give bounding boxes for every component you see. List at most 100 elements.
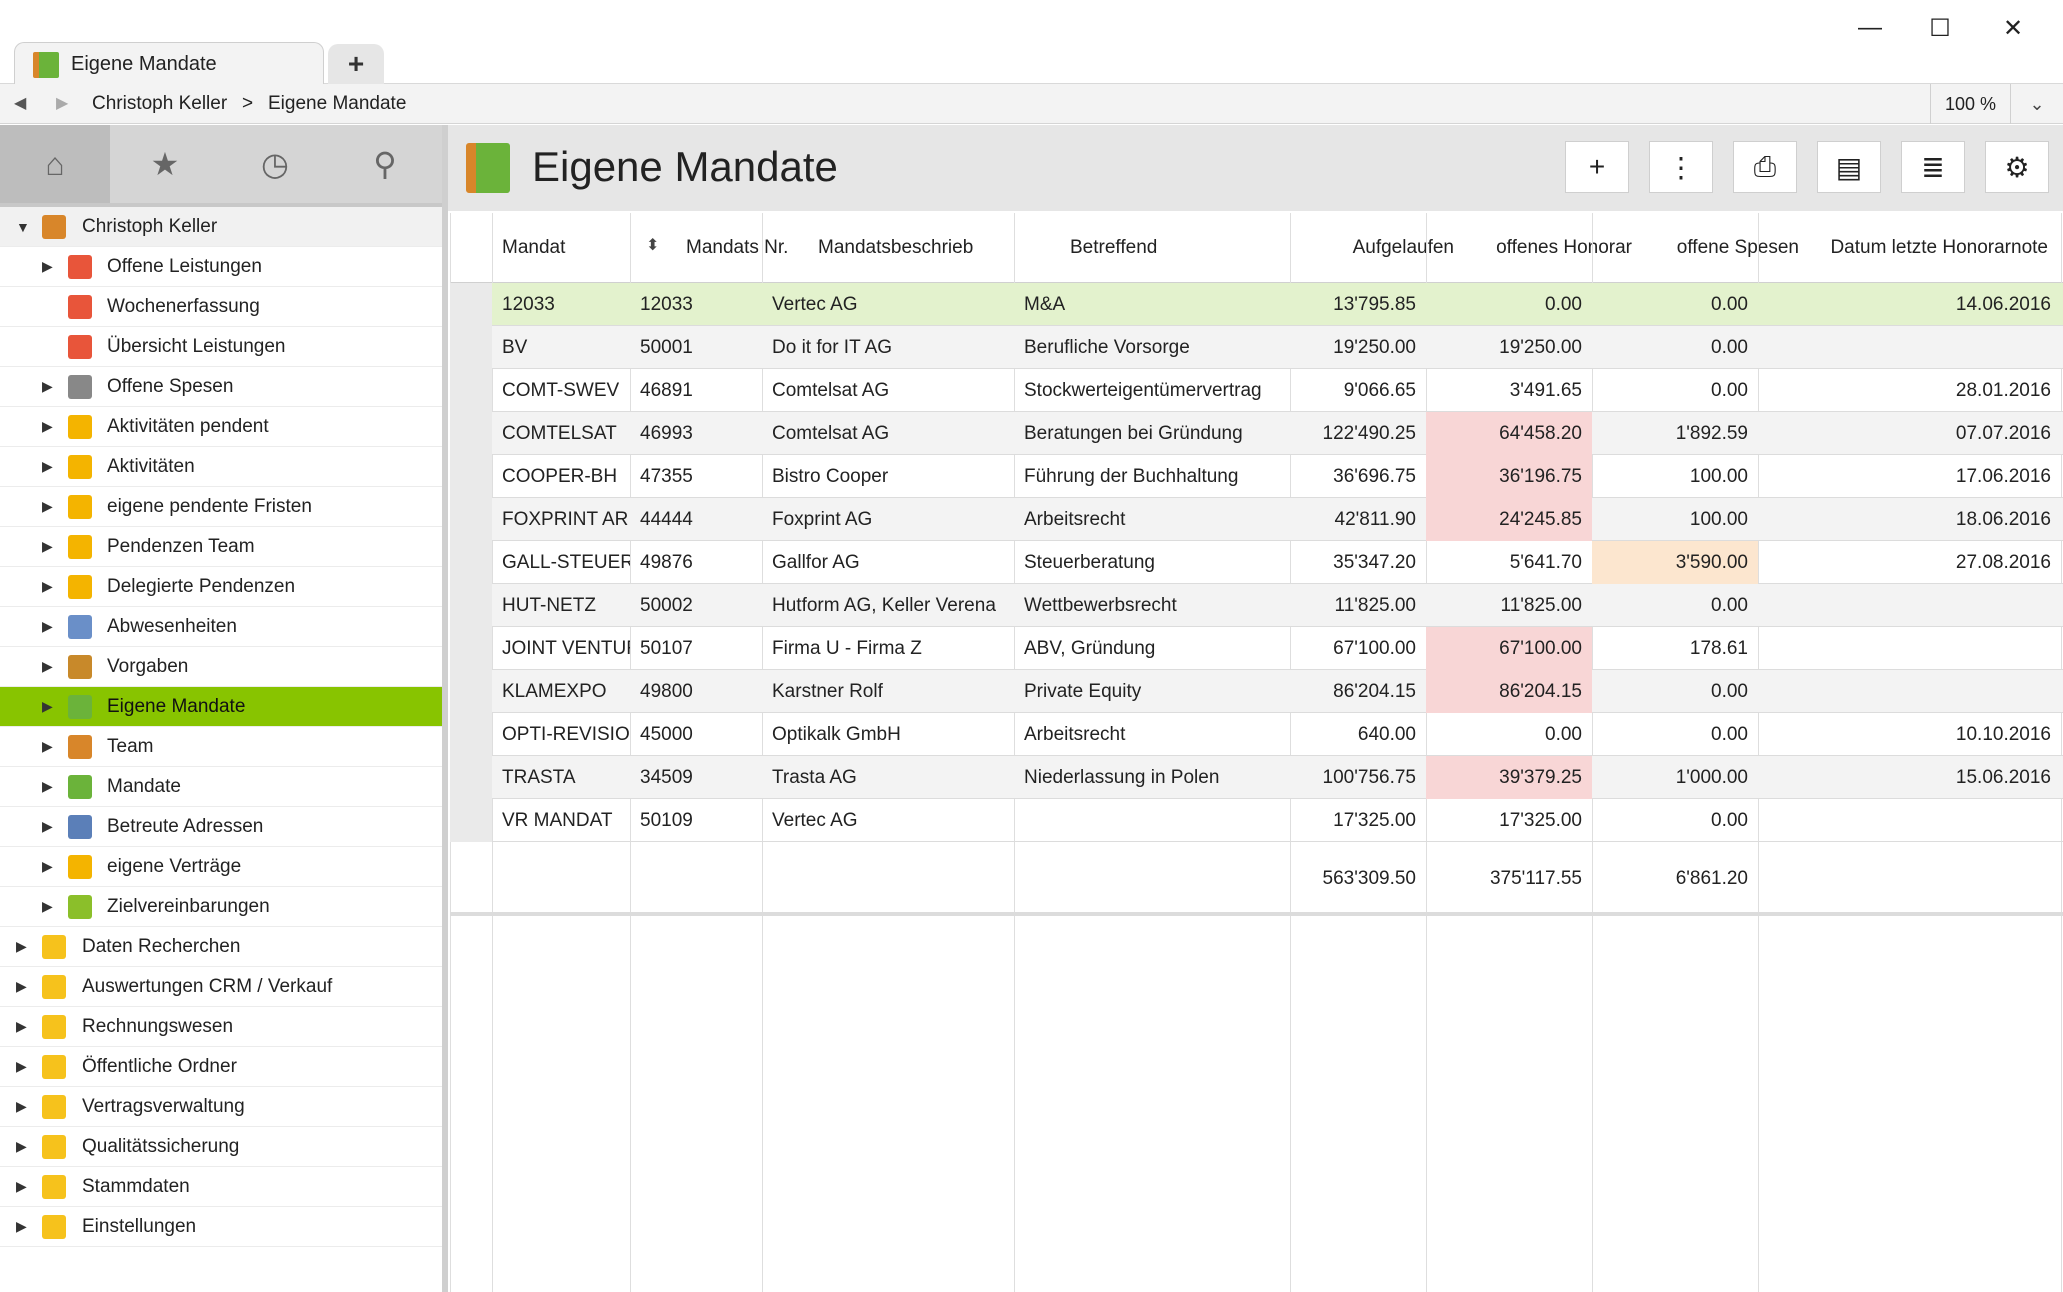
row-selector[interactable] xyxy=(450,799,492,842)
tree-item-aktivitäten[interactable]: ▶ Aktivitäten xyxy=(0,447,442,487)
tree-item-offene-leistungen[interactable]: ▶ Offene Leistungen xyxy=(0,247,442,287)
tree-folder-daten-recherchen[interactable]: ▶ Daten Recherchen xyxy=(0,927,442,967)
zoom-level[interactable]: 100 % xyxy=(1930,84,2010,124)
caret-right-icon[interactable]: ▶ xyxy=(16,1058,27,1075)
column-header-mandat[interactable]: Mandat xyxy=(502,237,565,259)
caret-right-icon[interactable]: ▶ xyxy=(16,1018,27,1035)
tree-item-mandate[interactable]: ▶ Mandate xyxy=(0,767,442,807)
tree-item-vorgaben[interactable]: ▶ Vorgaben xyxy=(0,647,442,687)
caret-right-icon[interactable]: ▶ xyxy=(16,1138,27,1155)
caret-down-icon[interactable]: ▼ xyxy=(16,219,30,235)
column-header-mandatsbeschrieb[interactable]: Mandatsbeschrieb xyxy=(818,237,973,259)
tree-item-offene-spesen[interactable]: ▶ Offene Spesen xyxy=(0,367,442,407)
table-row[interactable]: COMT-SWEV 46891 Comtelsat AG Stockwerteigen… xyxy=(450,369,2063,412)
table-row[interactable]: OPTI-REVISION 45000 Optikalk GmbH Arbeitsre… xyxy=(450,713,2063,756)
settings-button[interactable]: ⚙ xyxy=(1985,141,2049,193)
tree-item-eigene-mandate[interactable]: ▶ Eigene Mandate xyxy=(0,687,442,727)
tree-folder-öffentliche-ordner[interactable]: ▶ Öffentliche Ordner xyxy=(0,1047,442,1087)
table-row[interactable]: 12033 12033 Vertec AG M&A 13'795.85 0.00 0.00 1… xyxy=(450,283,2063,326)
column-header-betreffend[interactable]: Betreffend xyxy=(1070,237,1157,259)
table-row[interactable]: KLAMEXPO 49800 Karstner Rolf Private Equity… xyxy=(450,670,2063,713)
caret-right-icon[interactable]: ▶ xyxy=(16,1098,27,1115)
caret-right-icon[interactable]: ▶ xyxy=(16,1218,27,1235)
tree-item-zielvereinbarungen[interactable]: ▶ Zielvereinbarungen xyxy=(0,887,442,927)
tab-eigene-mandate[interactable]: Eigene Mandate xyxy=(14,42,324,86)
breadcrumb-user[interactable]: Christoph Keller xyxy=(92,93,227,115)
caret-right-icon[interactable]: ▶ xyxy=(16,978,27,995)
caret-right-icon[interactable]: ▶ xyxy=(42,498,53,515)
tree-item-übersicht-leistungen[interactable]: Übersicht Leistungen xyxy=(0,327,442,367)
caret-right-icon[interactable]: ▶ xyxy=(42,698,53,715)
breadcrumb-page[interactable]: Eigene Mandate xyxy=(268,93,406,115)
column-header-mandats-nr[interactable]: Mandats Nr. xyxy=(686,237,788,259)
table-row[interactable]: COMTELSAT 46993 Comtelsat AG Beratungen bei… xyxy=(450,412,2063,455)
tree-item-betreute-adressen[interactable]: ▶ Betreute Adressen xyxy=(0,807,442,847)
tree-item-aktivitäten-pendent[interactable]: ▶ Aktivitäten pendent xyxy=(0,407,442,447)
row-selector[interactable] xyxy=(450,584,492,627)
tree-folder-auswertungen-crm-verkauf[interactable]: ▶ Auswertungen CRM / Verkauf xyxy=(0,967,442,1007)
tree-folder-qualitätssicherung[interactable]: ▶ Qualitätssicherung xyxy=(0,1127,442,1167)
table-row[interactable]: HUT-NETZ 50002 Hutform AG, Keller Verena We… xyxy=(450,584,2063,627)
tree-item-eigene-pendente-fristen[interactable]: ▶ eigene pendente Fristen xyxy=(0,487,442,527)
export-button[interactable]: ▤ xyxy=(1817,141,1881,193)
column-header-aufgelaufen[interactable]: Aufgelaufen xyxy=(1350,237,1454,259)
caret-right-icon[interactable]: ▶ xyxy=(42,858,53,875)
forward-button[interactable]: ▶ xyxy=(56,93,68,113)
table-row[interactable]: TRASTA 34509 Trasta AG Niederlassung in Pol… xyxy=(450,756,2063,799)
tree-item-wochenerfassung[interactable]: Wochenerfassung xyxy=(0,287,442,327)
tree-item-team[interactable]: ▶ Team xyxy=(0,727,442,767)
sidebar-tab-history[interactable]: ◷ xyxy=(220,125,330,203)
caret-right-icon[interactable]: ▶ xyxy=(42,418,53,435)
row-selector[interactable] xyxy=(450,670,492,713)
sort-icon[interactable]: ⬍ xyxy=(646,235,659,255)
tree-item-eigene-verträge[interactable]: ▶ eigene Verträge xyxy=(0,847,442,887)
caret-right-icon[interactable]: ▶ xyxy=(42,538,53,555)
caret-right-icon[interactable]: ▶ xyxy=(42,658,53,675)
row-selector[interactable] xyxy=(450,412,492,455)
caret-right-icon[interactable]: ▶ xyxy=(42,458,53,475)
row-selector[interactable] xyxy=(450,713,492,756)
caret-right-icon[interactable]: ▶ xyxy=(42,378,53,395)
caret-right-icon[interactable]: ▶ xyxy=(42,778,53,795)
row-selector[interactable] xyxy=(450,498,492,541)
list-settings-button[interactable]: ≣ xyxy=(1901,141,1965,193)
caret-right-icon[interactable]: ▶ xyxy=(42,818,53,835)
sidebar-tab-search[interactable]: ⚲ xyxy=(330,125,440,203)
more-button[interactable]: ⋮ xyxy=(1649,141,1713,193)
close-button[interactable]: ✕ xyxy=(1985,8,2041,48)
caret-right-icon[interactable]: ▶ xyxy=(42,258,53,275)
sidebar-tab-favorites[interactable]: ★ xyxy=(110,125,220,203)
row-selector[interactable] xyxy=(450,627,492,670)
caret-right-icon[interactable]: ▶ xyxy=(16,938,27,955)
tree-folder-einstellungen[interactable]: ▶ Einstellungen xyxy=(0,1207,442,1247)
caret-right-icon[interactable]: ▶ xyxy=(42,898,53,915)
caret-right-icon[interactable]: ▶ xyxy=(16,1178,27,1195)
row-selector[interactable] xyxy=(450,455,492,498)
table-row[interactable]: VR MANDAT 50109 Vertec AG 17'325.00 17'325.0… xyxy=(450,799,2063,842)
maximize-button[interactable]: ☐ xyxy=(1912,8,1968,48)
tree-folder-stammdaten[interactable]: ▶ Stammdaten xyxy=(0,1167,442,1207)
new-tab-button[interactable]: + xyxy=(328,44,384,84)
table-row[interactable]: FOXPRINT AR 44444 Foxprint AG Arbeitsrecht 4… xyxy=(450,498,2063,541)
tree-item-christoph-keller[interactable]: ▼ Christoph Keller xyxy=(0,207,442,247)
row-selector[interactable] xyxy=(450,756,492,799)
back-button[interactable]: ◀ xyxy=(14,93,26,113)
caret-right-icon[interactable]: ▶ xyxy=(42,618,53,635)
add-button[interactable]: + xyxy=(1565,141,1629,193)
print-button[interactable]: ⎙ xyxy=(1733,141,1797,193)
caret-right-icon[interactable]: ▶ xyxy=(42,738,53,755)
tree-item-delegierte-pendenzen[interactable]: ▶ Delegierte Pendenzen xyxy=(0,567,442,607)
tree-item-pendenzen-team[interactable]: ▶ Pendenzen Team xyxy=(0,527,442,567)
row-selector[interactable] xyxy=(450,369,492,412)
row-selector[interactable] xyxy=(450,283,492,326)
sidebar-tab-home[interactable]: ⌂ xyxy=(0,125,110,203)
column-header-offenes-honorar[interactable]: offenes Honorar xyxy=(1480,237,1632,259)
row-selector[interactable] xyxy=(450,541,492,584)
table-row[interactable]: BV 50001 Do it for IT AG Berufliche Vorsorg… xyxy=(450,326,2063,369)
chevron-down-icon[interactable]: ⌄ xyxy=(2010,84,2063,124)
table-row[interactable]: JOINT VENTURE 50107 Firma U - Firma Z ABV, … xyxy=(450,627,2063,670)
tree-folder-rechnungswesen[interactable]: ▶ Rechnungswesen xyxy=(0,1007,442,1047)
column-header-datum-letzte-honorarnote[interactable]: Datum letzte Honorarnote xyxy=(1812,237,2048,259)
minimize-button[interactable]: — xyxy=(1842,8,1898,48)
column-header-offene-spesen[interactable]: offene Spesen xyxy=(1644,237,1799,259)
